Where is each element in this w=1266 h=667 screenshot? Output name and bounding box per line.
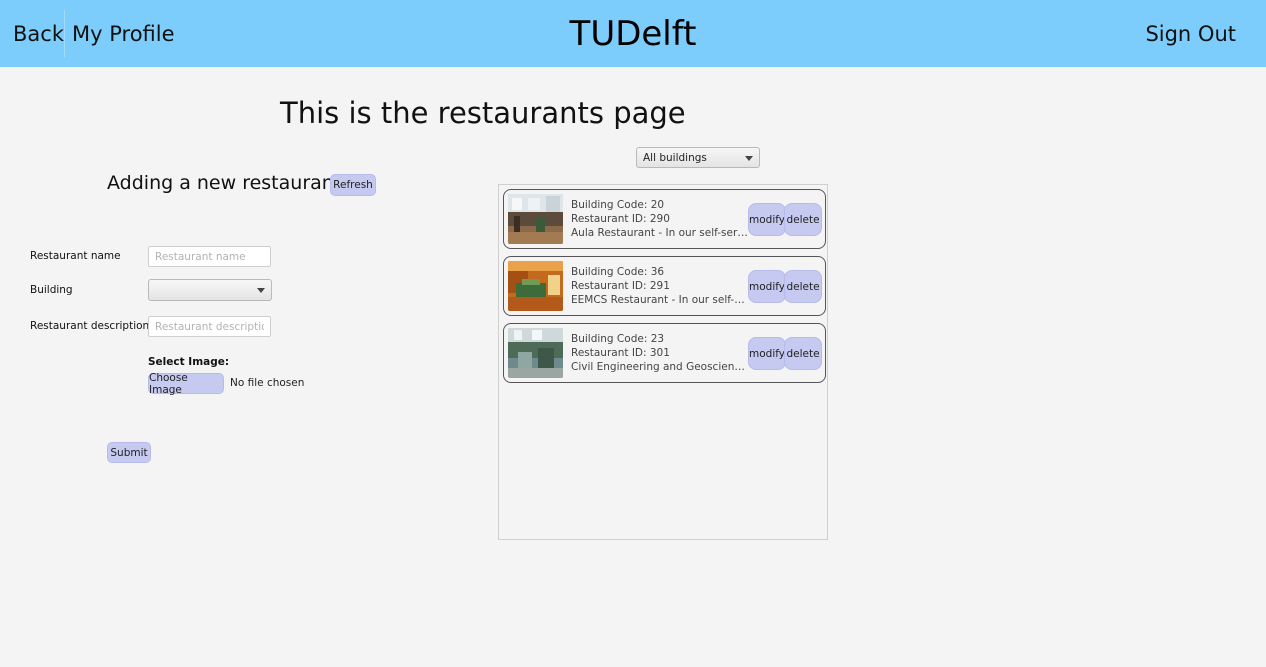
building-filter-select[interactable]: All buildings [636, 147, 760, 168]
file-status-text: No file chosen [230, 377, 305, 389]
chevron-down-icon [745, 156, 753, 161]
back-button[interactable]: Back [13, 0, 64, 67]
building-code-text: Building Code: 36 [571, 266, 665, 278]
sign-out-button[interactable]: Sign Out [1145, 0, 1236, 67]
restaurant-description-input[interactable] [148, 316, 271, 337]
restaurant-name-label: Restaurant name [30, 250, 121, 262]
restaurant-description-text: Aula Restaurant - In our self-service re… [571, 227, 748, 239]
add-restaurant-heading: Adding a new restaurant [107, 172, 342, 194]
building-code-text: Building Code: 20 [571, 199, 665, 211]
top-bar: Back My Profile TUDelft Sign Out [0, 0, 1266, 67]
building-filter-value: All buildings [643, 152, 707, 164]
submit-button[interactable]: Submit [107, 442, 151, 463]
refresh-button[interactable]: Refresh [330, 174, 376, 196]
restaurant-thumbnail [508, 261, 563, 311]
restaurant-card: Building Code: 36 Restaurant ID: 291 EEM… [503, 256, 826, 316]
building-code-text: Building Code: 23 [571, 333, 665, 345]
delete-button[interactable]: delete [784, 203, 822, 236]
restaurant-thumbnail [508, 328, 563, 378]
modify-button[interactable]: modify [748, 203, 786, 236]
modify-button[interactable]: modify [748, 337, 786, 370]
restaurant-description-text: Civil Engineering and Geosciences – S... [571, 361, 748, 373]
restaurant-card: Building Code: 20 Restaurant ID: 290 Aul… [503, 189, 826, 249]
restaurant-list[interactable]: Building Code: 20 Restaurant ID: 290 Aul… [498, 184, 828, 540]
chevron-down-icon [257, 288, 265, 293]
restaurant-id-text: Restaurant ID: 301 [571, 347, 670, 359]
delete-button[interactable]: delete [784, 270, 822, 303]
restaurant-description-label: Restaurant description [30, 320, 150, 332]
select-image-label: Select Image: [148, 356, 230, 368]
restaurant-id-text: Restaurant ID: 291 [571, 280, 670, 292]
modify-button[interactable]: modify [748, 270, 786, 303]
building-select[interactable] [148, 279, 272, 301]
brand-title: TUDelft [569, 13, 697, 54]
nav-divider [64, 10, 65, 57]
page-title: This is the restaurants page [280, 96, 686, 130]
my-profile-button[interactable]: My Profile [72, 0, 175, 67]
building-label: Building [30, 284, 73, 296]
restaurant-id-text: Restaurant ID: 290 [571, 213, 670, 225]
restaurant-name-input[interactable] [148, 246, 271, 267]
restaurant-card: Building Code: 23 Restaurant ID: 301 Civ… [503, 323, 826, 383]
choose-image-button[interactable]: Choose Image [148, 372, 224, 396]
delete-button[interactable]: delete [784, 337, 822, 370]
restaurant-description-text: EEMCS Restaurant - In our self-service .… [571, 294, 748, 306]
restaurant-thumbnail [508, 194, 563, 244]
